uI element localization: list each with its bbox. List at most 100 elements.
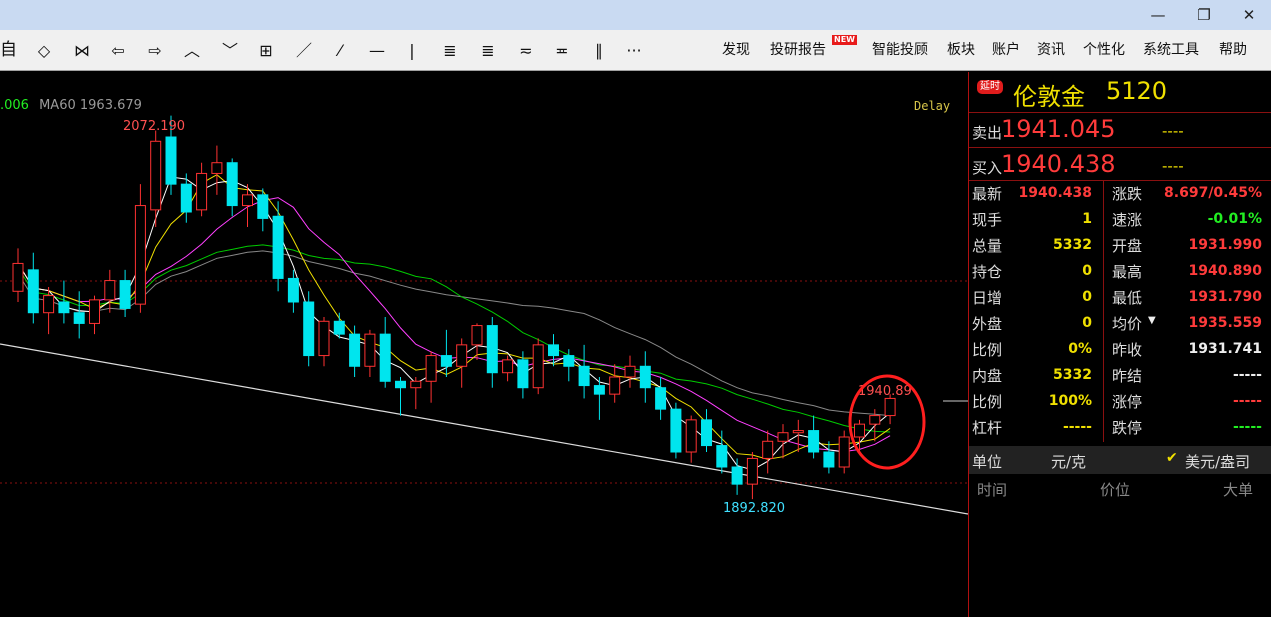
- more-icon[interactable]: ···: [620, 30, 648, 71]
- stat-label: 比例: [972, 341, 1003, 359]
- candle-body: [303, 301, 315, 357]
- auto-button[interactable]: 自: [0, 30, 17, 71]
- divider: [1103, 180, 1104, 442]
- stat-label: 均价: [1112, 315, 1143, 333]
- stat-value: 8.697/0.45%: [1164, 185, 1262, 201]
- stat-value: 5332: [1053, 237, 1092, 253]
- buy-volume: ----: [1162, 157, 1184, 175]
- stat-label: 速涨: [1112, 211, 1143, 229]
- candle-body: [226, 162, 238, 207]
- delay-badge: 延时: [977, 80, 1003, 94]
- trend-line: [0, 343, 968, 515]
- stat-value: -0.01%: [1207, 211, 1262, 227]
- sell-price: 1941.045: [1001, 115, 1116, 143]
- fib-icon[interactable]: ≣: [474, 30, 502, 71]
- instrument-code: 5120: [1106, 77, 1168, 105]
- stat-value: -----: [1062, 419, 1092, 435]
- candle-body: [150, 140, 162, 211]
- candle-body: [823, 451, 835, 468]
- last-price-label: 1940.89: [858, 384, 912, 399]
- layout-icon[interactable]: ⊞: [252, 30, 280, 71]
- candle-body: [593, 385, 605, 395]
- delay-label: Delay: [914, 99, 951, 113]
- stat-label: 跌停: [1112, 419, 1143, 437]
- menu-item-3[interactable]: 板块: [947, 30, 975, 71]
- trend-line-icon[interactable]: ／: [290, 30, 318, 71]
- stat-value: 100%: [1048, 393, 1092, 409]
- candle-body: [425, 355, 437, 382]
- unit-row: 单位 元/克 ✔ 美元/盎司: [969, 446, 1271, 474]
- stat-value: -----: [1232, 419, 1262, 435]
- prev-icon[interactable]: ◇: [30, 30, 58, 71]
- candle-body: [486, 325, 498, 374]
- candle-body: [349, 333, 361, 367]
- candle-body: [364, 333, 376, 367]
- tick-header-price: 价位: [1100, 481, 1131, 499]
- candle-body: [287, 277, 299, 303]
- menu-item-0[interactable]: 发现: [722, 30, 750, 71]
- menu-item-8[interactable]: 帮助: [1219, 30, 1247, 71]
- candle-body: [838, 436, 850, 468]
- candle-body: [792, 430, 804, 434]
- buy-label: 买入: [972, 159, 1003, 177]
- parallel-icon[interactable]: ∥: [585, 30, 613, 71]
- next-icon[interactable]: ⋈: [68, 30, 96, 71]
- candle-body: [395, 380, 406, 389]
- stat-label: 最新: [972, 185, 1003, 203]
- high-price-label: 2072.190: [123, 119, 185, 134]
- unit-label: 单位: [972, 453, 1003, 471]
- ma-legend: .006 MA60 1963.679: [0, 98, 142, 113]
- candle-body: [73, 312, 85, 324]
- candle-body: [180, 183, 192, 213]
- stat-value: -----: [1232, 393, 1262, 409]
- h-line-icon[interactable]: —: [363, 30, 391, 71]
- candle-body: [502, 359, 514, 374]
- candle-body: [701, 419, 712, 447]
- sell-label: 卖出: [972, 124, 1003, 142]
- menu-item-5[interactable]: 资讯: [1037, 30, 1065, 71]
- zoom-in-icon[interactable]: ︿: [178, 30, 206, 71]
- ma10-line: [17, 174, 891, 460]
- left-arrow-icon[interactable]: ⇦: [104, 30, 132, 71]
- unit-value[interactable]: 元/克: [1051, 451, 1086, 472]
- toolbar: 自 ◇ ⋈ ⇦ ⇨ ︿ ﹀ ⊞ ／ ⁄ — | ≣ ≣ ≂ ≖ ∥ ··· 发现 投研报告 智能投顾 板块 账户 资讯 个性…: [0, 30, 1271, 71]
- menu-item-1[interactable]: 投研报告: [770, 30, 826, 71]
- divider: [969, 112, 1271, 113]
- menu-item-4[interactable]: 账户: [992, 30, 1020, 71]
- ma-value-label: .006: [0, 98, 29, 113]
- chan-icon[interactable]: ≣: [436, 30, 464, 71]
- check-icon: ✔: [1166, 450, 1178, 466]
- candle-body: [27, 269, 39, 314]
- restore-icon[interactable]: ❐: [1182, 0, 1226, 30]
- right-arrow-icon[interactable]: ⇨: [141, 30, 169, 71]
- unit-option[interactable]: 美元/盎司: [1185, 451, 1250, 472]
- chevron-down-icon[interactable]: ▼: [1148, 315, 1156, 326]
- candle-body: [685, 419, 697, 453]
- menu-item-2[interactable]: 智能投顾: [872, 30, 928, 71]
- stat-value: 0: [1082, 315, 1092, 331]
- menu-item-6[interactable]: 个性化: [1083, 30, 1125, 71]
- gann-icon[interactable]: ≂: [512, 30, 540, 71]
- candle-body: [43, 295, 55, 314]
- divider: [969, 180, 1271, 181]
- stat-value: 1: [1082, 211, 1092, 227]
- stat-label: 日增: [972, 289, 1003, 307]
- candle-body: [471, 325, 483, 346]
- stat-label: 现手: [972, 211, 1003, 229]
- close-icon[interactable]: ✕: [1227, 0, 1271, 30]
- cross-icon[interactable]: ≖: [548, 30, 576, 71]
- candle-body: [89, 299, 100, 324]
- kline-chart[interactable]: 2072.190 1892.820 1940.89: [0, 72, 968, 617]
- dash-line-icon[interactable]: ⁄: [326, 30, 354, 71]
- zoom-out-icon[interactable]: ﹀: [216, 30, 244, 71]
- candle-body: [670, 408, 682, 453]
- divider: [969, 147, 1271, 148]
- candle-body: [58, 301, 70, 314]
- minimize-icon[interactable]: —: [1136, 0, 1180, 30]
- menu-item-7[interactable]: 系统工具: [1143, 30, 1199, 71]
- v-line-icon[interactable]: |: [398, 30, 426, 71]
- candle-body: [379, 333, 391, 382]
- sell-volume: ----: [1162, 122, 1184, 140]
- stat-label: 内盘: [972, 367, 1003, 385]
- candle-body: [196, 172, 208, 211]
